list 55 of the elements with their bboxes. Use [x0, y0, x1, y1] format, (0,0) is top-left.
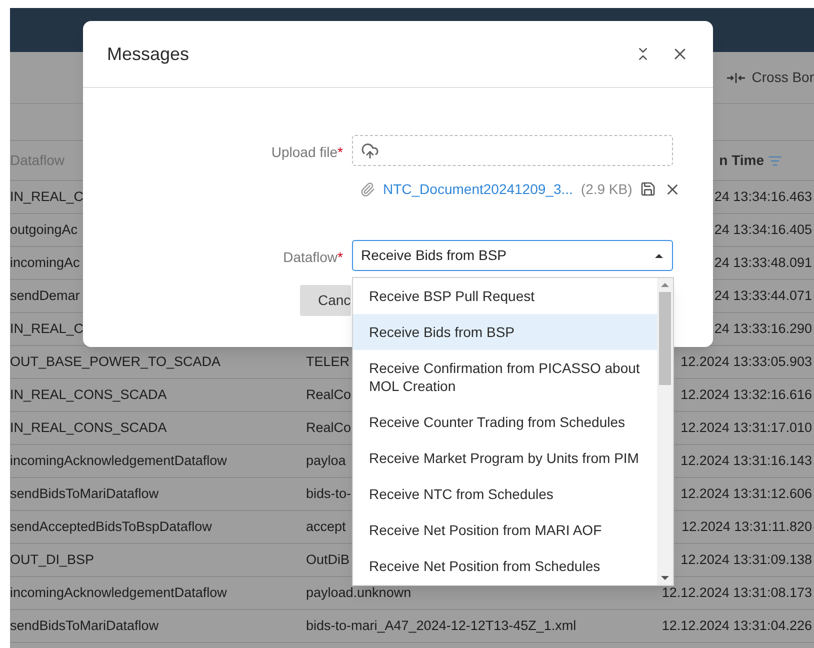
field-label: Dataflow* [282, 248, 343, 267]
dropdown-option[interactable]: Receive Bids from BSP [353, 314, 657, 350]
scrollbar[interactable] [657, 278, 673, 585]
table-cell-text: 24 13:34:16.463 [714, 188, 812, 206]
table-cell-text: IN_REAL_C [10, 320, 85, 338]
table-cell-text: 12.2024 13:31:17.010 [680, 418, 812, 437]
table-cell-text: OUT_DI_BSP [10, 550, 96, 569]
table-cell-text: sendDemar [10, 286, 81, 305]
caret-icon [654, 252, 664, 258]
table-cell-text: IN_REAL_CONS_SCADA [10, 386, 168, 404]
table-cell: RealCo [306, 386, 352, 402]
table-cell-text: sendAcceptedBidsToBspDataflow [10, 518, 213, 536]
table-cell: bids-to-mari_A47_2024-12-12T13-45Z_1.xml [306, 618, 576, 633]
cancel-button[interactable]: Canc [300, 285, 351, 316]
table-cell-text: 12.2024 13:31:09.138 [680, 550, 812, 569]
save-icon[interactable] [640, 181, 656, 197]
table-cell-text: incomingAcknowledgementDataflow [10, 584, 228, 602]
table-cell-text: sendBidsToMariDataflow [10, 616, 160, 635]
table-cell-text: incomingAcknowledgementDataflow [10, 452, 228, 470]
table-cell-text: 12.2024 13:31:12.606 [680, 484, 812, 503]
table-cell-text: 12.2024 13:31:11.820 [682, 518, 812, 536]
table-cell-text: outgoingAc [10, 220, 79, 239]
table-cell: TELER [306, 354, 350, 369]
table-cell: OutDiB [306, 552, 350, 567]
collapse-arrows-icon [726, 72, 746, 84]
table-cell-text: 24 13:33:44.071 [714, 286, 812, 305]
dropdown-option[interactable]: Receive BSP Pull Request [353, 278, 657, 314]
table-cell-text: sendBidsToMariDataflow [10, 484, 160, 503]
table-cell-text: 12.2024 13:32:16.616 [680, 386, 812, 404]
upload-field[interactable] [352, 135, 673, 166]
table-cell-text: IN_REAL_C [10, 188, 85, 206]
cross-border-button[interactable]: Cross Bor [726, 67, 814, 88]
table-cell: bids-to- [306, 486, 352, 501]
scrollbar-thumb[interactable] [659, 292, 671, 385]
table-cell-text: OUT_BASE_POWER_TO_SCADA [10, 352, 222, 371]
file-link[interactable]: NTC_Document20241209_3... [383, 178, 573, 200]
table-cell-text: 12.2024 13:31:16.143 [680, 452, 812, 470]
paperclip-icon [360, 182, 375, 196]
table-cell-text: 12.2024 13:33:05.903 [680, 352, 812, 371]
table-cell-text: 24 13:34:16.405 [714, 220, 812, 239]
file-size: (2.9 KB) [580, 180, 632, 199]
table-cell: accept [306, 518, 346, 534]
table-cell-text: IN_REAL_CONS_SCADA [10, 418, 168, 437]
table-cell-text: 24 13:33:16.290 [714, 320, 812, 338]
table-cell: payload.unknown [306, 584, 412, 600]
cloud-upload-icon [361, 142, 379, 160]
table-cell-text: 12.12.2024 13:31:04.226 [662, 616, 812, 635]
table-cell-text: 12.12.2024 13:31:08.173 [662, 584, 812, 602]
column-header[interactable]: n Time [719, 150, 764, 171]
table-cell: payloa [306, 452, 346, 468]
field-label: Upload file* [270, 143, 343, 162]
dataflow-select[interactable]: Receive Bids from BSP [352, 240, 673, 271]
table-cell-text: 24 13:33:48.091 [714, 254, 812, 272]
dialog-title: Messages [107, 42, 190, 66]
table-cell: RealCo [306, 420, 352, 435]
